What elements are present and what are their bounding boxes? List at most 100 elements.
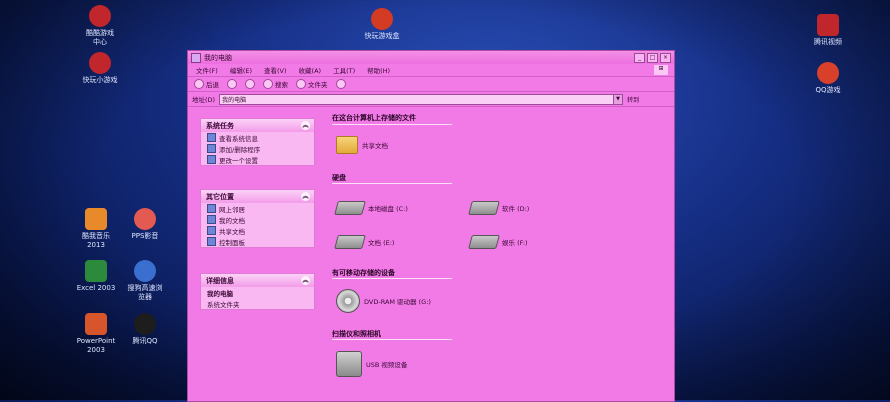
- search-button[interactable]: 搜索: [263, 79, 288, 89]
- desktop-icon-right-1[interactable]: 腾讯视频: [796, 14, 860, 47]
- toolbar: 后退 搜索 文件夹: [188, 77, 674, 92]
- details-header[interactable]: 详细信息 ︽: [201, 274, 314, 287]
- task-view-system-info[interactable]: 查看系统信息: [201, 132, 314, 143]
- drive-c[interactable]: 本地磁盘 (C:): [334, 201, 408, 215]
- desktop-icon-label: PPS影音: [131, 232, 159, 240]
- collapse-icon[interactable]: ︽: [301, 276, 310, 285]
- folders-button[interactable]: 文件夹: [296, 79, 328, 89]
- place-label: 共享文档: [219, 227, 245, 236]
- address-input[interactable]: 我的电脑 ▼: [219, 93, 624, 105]
- desktop-icon-pps[interactable]: PPS影音: [113, 208, 177, 241]
- drive-f[interactable]: 娱乐 (F:): [468, 235, 528, 249]
- mini-game-icon: [89, 52, 111, 74]
- details-type: 系统文件夹: [201, 298, 314, 309]
- folder-icon: [336, 136, 358, 154]
- computer-icon: [191, 52, 201, 63]
- menu-edit[interactable]: 编辑(E): [230, 65, 252, 75]
- task-add-remove-programs[interactable]: 添加/删除程序: [201, 143, 314, 154]
- section-divider: [332, 278, 452, 279]
- task-change-setting[interactable]: 更改一个设置: [201, 154, 314, 165]
- address-bar: 地址(D) 我的电脑 ▼ 转到: [188, 92, 674, 107]
- game-box-icon: [371, 8, 393, 30]
- place-label: 我的文档: [219, 216, 245, 225]
- shared-folder-icon: [207, 226, 216, 235]
- other-places-header[interactable]: 其它位置 ︽: [201, 190, 314, 203]
- task-label: 查看系统信息: [219, 134, 258, 143]
- desktop-icon-qq[interactable]: 腾讯QQ: [113, 313, 177, 346]
- dvd-label: DVD-RAM 驱动器 (G:): [364, 298, 431, 306]
- drive-d[interactable]: 软件 (D:): [468, 201, 530, 215]
- chevron-down-icon[interactable]: ▼: [613, 94, 623, 104]
- task-label: 添加/删除程序: [219, 145, 261, 154]
- desktop-icon-right-2[interactable]: QQ游戏: [796, 62, 860, 95]
- powerpoint-icon: [85, 313, 107, 335]
- details-title: 详细信息: [206, 276, 234, 285]
- go-button[interactable]: 转到: [627, 95, 639, 104]
- other-places-panel: 其它位置 ︽ 网上邻居 我的文档 共享文档 控制面板: [200, 189, 315, 248]
- forward-arrow-icon: [227, 79, 237, 89]
- maximize-button[interactable]: □: [647, 52, 658, 63]
- drive-label: 软件 (D:): [502, 205, 530, 213]
- minimize-button[interactable]: _: [634, 52, 645, 63]
- menu-file[interactable]: 文件(F): [196, 65, 218, 75]
- place-my-documents[interactable]: 我的文档: [201, 214, 314, 225]
- folder-label: 共享文档: [362, 142, 388, 150]
- section-divider: [332, 183, 452, 184]
- game-center-icon: [89, 5, 111, 27]
- address-label: 地址(D): [192, 96, 216, 104]
- usb-video-device[interactable]: USB 视频设备: [336, 351, 407, 377]
- window-titlebar[interactable]: 我的电脑 _ □ ×: [188, 51, 674, 64]
- desktop-icon-kuwo-game-center[interactable]: 酷酷游戏 中心: [68, 5, 132, 47]
- drive-e[interactable]: 文档 (E:): [334, 235, 394, 249]
- place-network[interactable]: 网上邻居: [201, 203, 314, 214]
- place-control-panel[interactable]: 控制面板: [201, 236, 314, 247]
- section-divider: [332, 339, 452, 340]
- desktop-icon-kuaiwan-mini[interactable]: 快玩小游戏: [68, 52, 132, 85]
- search-icon: [263, 79, 273, 89]
- search-label: 搜索: [275, 81, 288, 89]
- hard-drive-icon: [334, 235, 366, 249]
- browser-icon: [134, 260, 156, 282]
- folders-icon: [296, 79, 306, 89]
- collapse-icon[interactable]: ︽: [301, 121, 310, 130]
- desktop-icon-kuaiwan-top[interactable]: 快玩游戏盒: [350, 8, 414, 41]
- back-button[interactable]: 后退: [194, 79, 219, 89]
- views-button[interactable]: [335, 79, 346, 89]
- system-tasks-title: 系统任务: [206, 121, 234, 130]
- hard-drive-icon: [334, 201, 366, 215]
- video-app-icon: [817, 14, 839, 36]
- desktop-icon-label: 腾讯QQ: [132, 337, 158, 345]
- forward-button[interactable]: [227, 79, 237, 89]
- up-button[interactable]: [245, 79, 255, 89]
- desktop-icon-label: QQ游戏: [815, 86, 841, 94]
- dvd-drive-g[interactable]: DVD-RAM 驱动器 (G:): [336, 289, 431, 313]
- folders-label: 文件夹: [308, 81, 328, 89]
- music-icon: [85, 208, 107, 230]
- dvd-disc-icon: [336, 289, 360, 313]
- menu-help[interactable]: 帮助(H): [367, 65, 390, 75]
- windows-logo-icon: ⊞: [654, 65, 668, 75]
- details-line: 系统文件夹: [207, 300, 240, 309]
- desktop-icon-sogou[interactable]: 搜狗高速浏 览器: [113, 260, 177, 302]
- shared-documents-folder[interactable]: 共享文档: [336, 136, 388, 154]
- menu-view[interactable]: 查看(V): [264, 65, 287, 75]
- window-controls: _ □ ×: [634, 52, 671, 63]
- section-scanners-cameras: 扫描仪和照相机: [332, 330, 381, 338]
- desktop-icon-label: 酷酷游戏 中心: [86, 29, 114, 46]
- my-computer-window: 我的电脑 _ □ × 文件(F) 编辑(E) 查看(V) 收藏(A) 工具(T)…: [187, 50, 675, 402]
- control-panel-icon: [207, 155, 216, 164]
- section-removable-storage: 有可移动存储的设备: [332, 269, 395, 277]
- system-tasks-header[interactable]: 系统任务 ︽: [201, 119, 314, 132]
- documents-icon: [207, 215, 216, 224]
- qq-penguin-icon: [134, 313, 156, 335]
- collapse-icon[interactable]: ︽: [301, 192, 310, 201]
- webcam-icon: [336, 351, 362, 377]
- details-line: 我的电脑: [207, 289, 233, 298]
- place-shared-documents[interactable]: 共享文档: [201, 225, 314, 236]
- menu-favorites[interactable]: 收藏(A): [299, 65, 322, 75]
- close-button[interactable]: ×: [660, 52, 671, 63]
- menu-bar: 文件(F) 编辑(E) 查看(V) 收藏(A) 工具(T) 帮助(H) ⊞: [188, 64, 674, 77]
- menu-tools[interactable]: 工具(T): [333, 65, 355, 75]
- back-arrow-icon: [194, 79, 204, 89]
- network-icon: [207, 204, 216, 213]
